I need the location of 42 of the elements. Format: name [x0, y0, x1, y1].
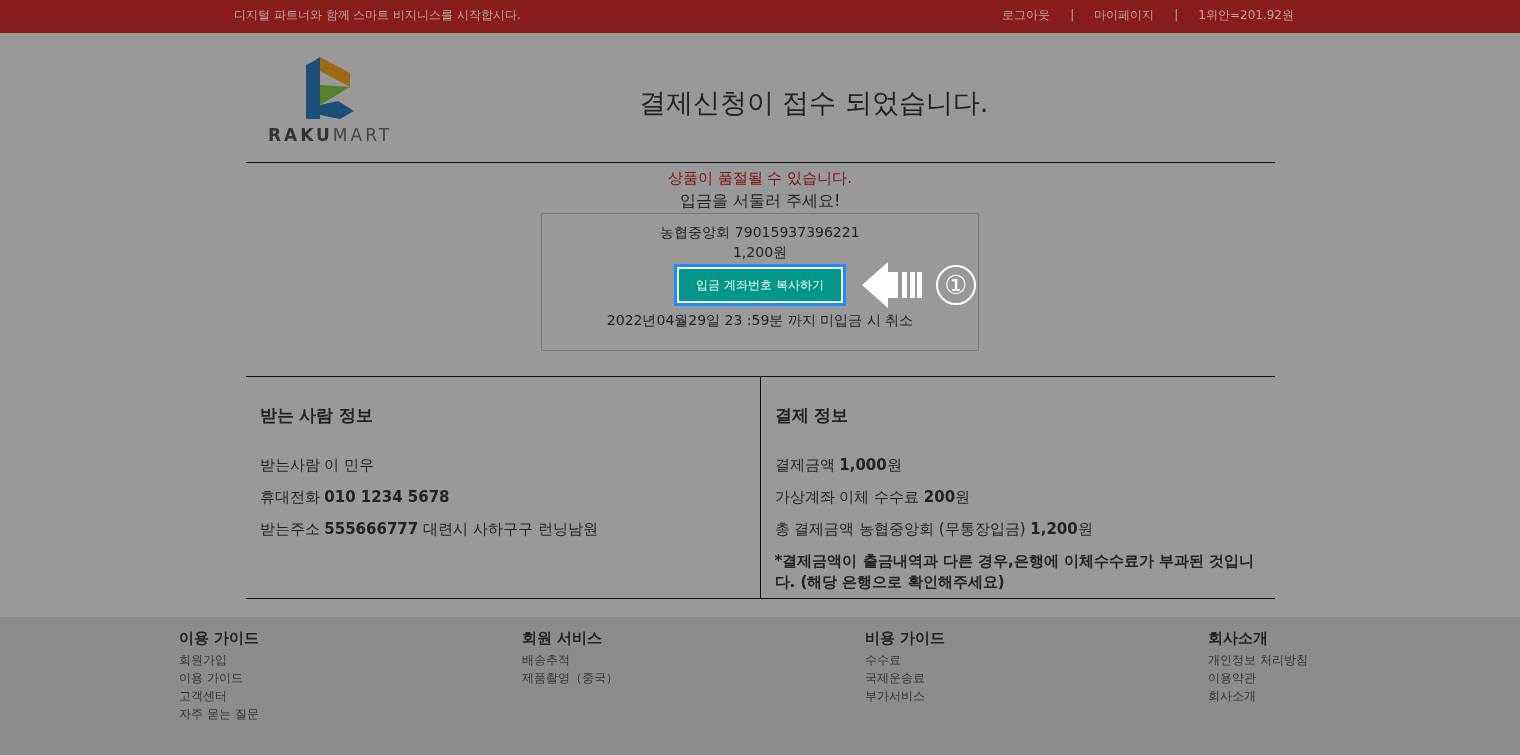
section-title: 결제 정보	[774, 404, 850, 427]
step-number: ①	[936, 265, 976, 305]
info-line: 받는사람 이 민우	[259, 455, 376, 476]
logo-icon	[306, 56, 354, 119]
info-line: 가상계좌 이체 수수료 200원	[774, 487, 972, 508]
info-line: 휴대전화 010 1234 5678	[259, 487, 451, 508]
footer-heading: 회사소개	[1208, 629, 1269, 648]
footer-link[interactable]: 부가서비스	[865, 687, 1208, 705]
footer-link[interactable]: 이용약관	[1208, 669, 1408, 687]
page-title: 결제신청이 접수 되었습니다.	[637, 85, 990, 120]
footer-heading: 회원 서비스	[522, 629, 604, 648]
deadline-text: 2022년04월29일 23 :59분 까지 미입금 시 취소	[606, 311, 914, 330]
top-link[interactable]: 마이페이지	[1094, 6, 1155, 24]
footer-link[interactable]: 개인정보 처리방침	[1208, 651, 1408, 669]
urge-text: 입금을 서둘러 주세요!	[678, 190, 842, 212]
footer-link[interactable]: 회원가입	[179, 651, 522, 669]
separator: |	[1070, 8, 1075, 22]
exchange-rate: 1위안=201.92원	[1198, 6, 1294, 24]
section-title: 받는 사람 정보	[259, 404, 375, 427]
bank-account-text: 농협중앙회 79015937396221	[660, 223, 860, 242]
copy-account-button[interactable]: 입금 계좌번호 복사하기	[679, 269, 841, 301]
footer-heading: 비용 가이드	[865, 629, 947, 648]
footer-heading: 이용 가이드	[179, 629, 261, 648]
separator: |	[1174, 8, 1179, 22]
footer-link[interactable]: 수수료	[865, 651, 1208, 669]
slogan-text: 디지털 파트너와 함께 스마트 비지니스를 시작합시다.	[234, 6, 521, 24]
warning-text: 상품이 품절될 수 있습니다.	[666, 168, 854, 189]
footer-link[interactable]: 회사소개	[1208, 687, 1408, 705]
info-line: 결제금액 1,000원	[774, 455, 903, 476]
info-line: 총 결제금액 농협중앙회 (무통장입금) 1,200원	[774, 519, 1094, 540]
footer-link[interactable]: 제품촬영（중국）	[522, 669, 865, 687]
left-arrow-icon	[862, 262, 922, 308]
top-link[interactable]: 로그아웃	[1002, 6, 1051, 24]
footer-link[interactable]: 이용 가이드	[179, 669, 522, 687]
footer-link[interactable]: 배송추적	[522, 651, 865, 669]
logo-text: RAKU MART	[267, 124, 393, 145]
footer-link[interactable]: 국제운송료	[865, 669, 1208, 687]
info-line: 받는주소 555666777 대련시 사하구구 런닝남원	[259, 519, 599, 540]
payment-note: *결제금액이 출금내역과 다른 경우,은행에 이체수수료가 부과된 것입니다. (해당 은행으로 확인해주세요)	[774, 551, 1256, 593]
footer-link[interactable]: 자주 묻는 질문	[179, 705, 522, 723]
footer-link[interactable]: 고객센터	[179, 687, 522, 705]
amount-text: 1,200원	[732, 243, 788, 262]
